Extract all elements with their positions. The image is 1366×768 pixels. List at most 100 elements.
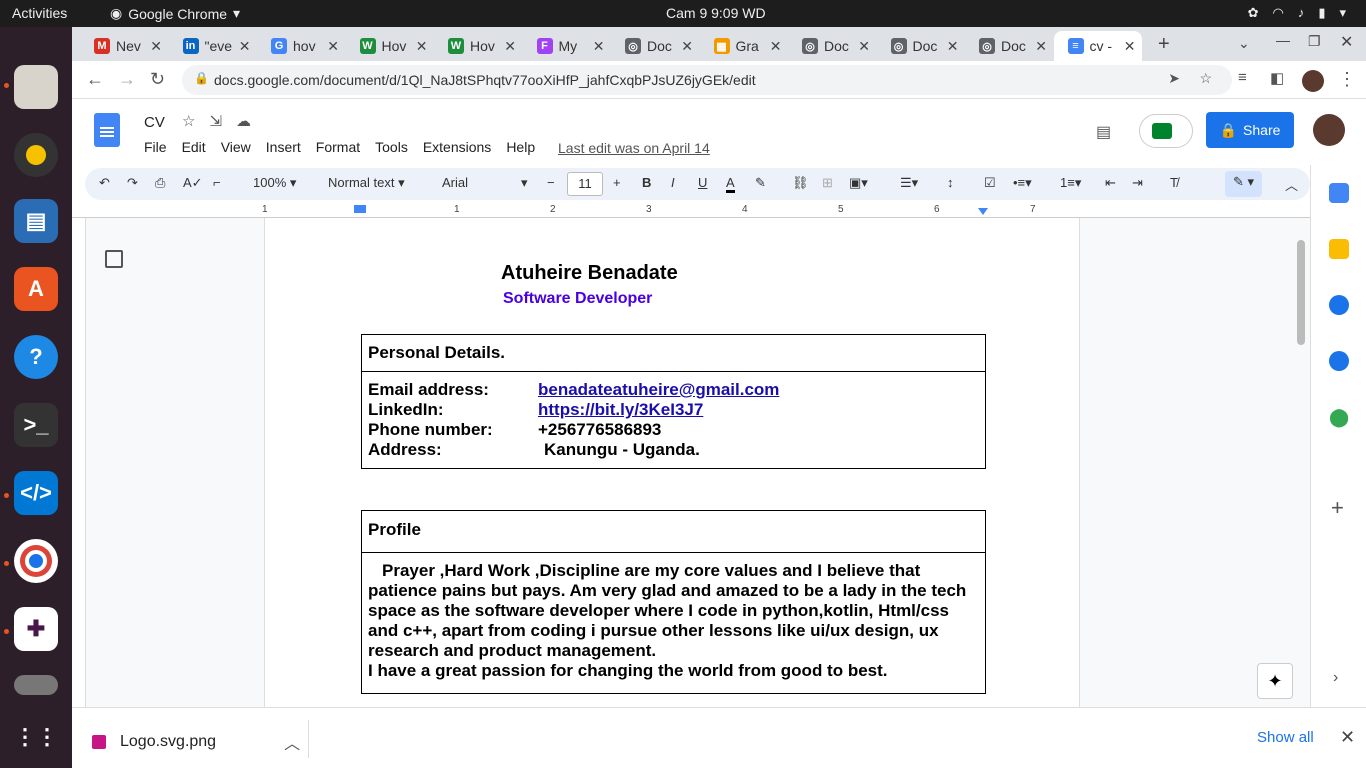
move-icon[interactable]: ⇲ — [209, 112, 222, 130]
slack-icon[interactable]: ✚ — [14, 607, 58, 651]
decrease-indent-icon[interactable]: ⇤ — [1105, 175, 1116, 191]
tasks-icon[interactable] — [1329, 295, 1349, 315]
insert-image-icon[interactable]: ▣▾ — [849, 175, 868, 191]
explore-button[interactable]: ✦ — [1257, 663, 1293, 699]
close-tab-icon[interactable]: ✕ — [327, 38, 339, 55]
left-indent-marker[interactable] — [354, 205, 366, 213]
close-tab-icon[interactable]: ✕ — [1124, 38, 1136, 55]
chevron-down-icon[interactable]: ▾ — [521, 175, 528, 191]
help-icon[interactable]: ? — [14, 335, 58, 379]
paint-format-icon[interactable]: ⌐ — [213, 175, 221, 190]
address-bar[interactable]: 🔒 docs.google.com/document/d/1Ql_NaJ8tSP… — [182, 65, 1232, 95]
underline-icon[interactable]: U — [698, 175, 707, 190]
cloud-status-icon[interactable]: ☁ — [236, 112, 251, 130]
horizontal-ruler[interactable]: 1 1 2 3 4 5 6 7 — [72, 202, 1310, 218]
document-outline-icon[interactable] — [105, 250, 123, 268]
menu-item-extensions[interactable]: Extensions — [423, 139, 491, 155]
vscode-icon[interactable]: </> — [14, 471, 58, 515]
bulleted-list-icon[interactable]: •≡▾ — [1013, 175, 1032, 191]
font-size-input[interactable]: 11 — [567, 172, 603, 196]
bold-icon[interactable]: B — [642, 175, 651, 190]
browser-tab[interactable]: ≡ cv - ✕ — [1053, 31, 1142, 61]
new-tab-button[interactable]: + — [1158, 33, 1170, 56]
zoom-select[interactable]: 100% ▾ — [253, 175, 296, 191]
menu-item-file[interactable]: File — [144, 139, 167, 155]
calendar-icon[interactable] — [1329, 183, 1349, 203]
browser-tab[interactable]: W Hov ✕ — [434, 31, 522, 61]
add-comment-icon[interactable]: ⊞ — [822, 175, 833, 191]
close-icon[interactable]: ✕ — [1340, 727, 1355, 748]
style-select[interactable]: Normal text ▾ — [328, 175, 405, 191]
clear-formatting-icon[interactable]: T̸ — [1170, 175, 1178, 190]
show-apps-icon[interactable]: ⋮⋮ — [14, 715, 58, 759]
account-avatar[interactable] — [1313, 114, 1345, 146]
browser-tab[interactable]: ◎ Doc ✕ — [788, 31, 876, 61]
browser-tab[interactable]: F My ✕ — [523, 31, 611, 61]
clock[interactable]: Cam 9 9:09 WD — [666, 5, 766, 21]
close-tab-icon[interactable]: ✕ — [1035, 38, 1047, 55]
browser-tab[interactable]: M Nev ✕ — [80, 31, 168, 61]
browser-tab[interactable]: in "eve ✕ — [169, 31, 257, 61]
numbered-list-icon[interactable]: 1≡▾ — [1060, 175, 1081, 191]
back-button[interactable]: ← — [86, 69, 104, 90]
profile-avatar[interactable] — [1302, 70, 1324, 92]
activities-button[interactable]: Activities — [12, 5, 67, 21]
send-icon[interactable]: ➤ — [1168, 70, 1180, 87]
files-icon[interactable] — [14, 65, 58, 109]
close-tab-icon[interactable]: ✕ — [858, 38, 870, 55]
italic-icon[interactable]: I — [671, 175, 675, 190]
forward-button[interactable]: → — [118, 69, 136, 90]
close-tab-icon[interactable]: ✕ — [239, 38, 251, 55]
star-icon[interactable]: ☆ — [182, 112, 195, 130]
share-button[interactable]: 🔒 Share — [1206, 112, 1294, 148]
show-all-button[interactable]: Show all — [1257, 729, 1314, 746]
increase-font-size-button[interactable]: + — [613, 175, 621, 190]
rhythmbox-icon[interactable] — [14, 133, 58, 177]
text-color-icon[interactable]: A — [726, 175, 735, 193]
close-tab-icon[interactable]: ✕ — [681, 38, 693, 55]
link-icon[interactable]: ⛓ — [792, 175, 809, 191]
last-edit-link[interactable]: Last edit was on April 14 — [558, 140, 710, 156]
media-icon[interactable]: ≡ — [1238, 69, 1247, 86]
collapse-menus-icon[interactable]: ︿ — [1285, 175, 1298, 194]
editing-mode-button[interactable]: ✎ ▾ — [1225, 171, 1263, 197]
browser-tab[interactable]: W Hov ✕ — [346, 31, 434, 61]
download-item[interactable]: Logo.svg.png ︿ — [92, 730, 300, 754]
menu-item-help[interactable]: Help — [506, 139, 535, 155]
linkedin-link[interactable]: https://bit.ly/3KeI3J7 — [538, 400, 703, 420]
comment-icon[interactable]: ▤ — [1096, 122, 1111, 142]
side-panel-icon[interactable]: ◧ — [1270, 69, 1284, 87]
system-tray[interactable]: ✿ ◠ ♪ ▮ ▾ — [1248, 5, 1346, 21]
browser-tab[interactable]: ◎ Doc ✕ — [877, 31, 965, 61]
right-indent-marker[interactable] — [978, 208, 988, 215]
decrease-font-size-button[interactable]: − — [547, 175, 555, 190]
document-page[interactable]: Atuheire Benadate Software Developer Per… — [264, 218, 1080, 707]
browser-tab[interactable]: ◎ Doc ✕ — [611, 31, 699, 61]
browser-tab[interactable]: Ghov ✕ — [257, 31, 345, 61]
maximize-button[interactable]: ❐ — [1308, 33, 1321, 50]
checklist-icon[interactable]: ☑ — [984, 175, 996, 191]
print-icon[interactable]: ⎙ — [155, 175, 165, 191]
document-title[interactable]: CV — [144, 114, 165, 131]
reload-button[interactable]: ↻ — [150, 69, 165, 90]
undo-icon[interactable]: ↶ — [99, 175, 110, 191]
email-link[interactable]: benadateatuheire@gmail.com — [538, 380, 779, 400]
close-tab-icon[interactable]: ✕ — [593, 38, 605, 55]
menu-item-format[interactable]: Format — [316, 139, 360, 155]
font-select[interactable]: Arial — [442, 175, 468, 190]
close-tab-icon[interactable]: ✕ — [947, 38, 959, 55]
line-spacing-icon[interactable]: ↕ — [947, 175, 954, 190]
menu-item-view[interactable]: View — [221, 139, 251, 155]
close-tab-icon[interactable]: ✕ — [504, 38, 516, 55]
redo-icon[interactable]: ↷ — [127, 175, 138, 191]
browser-tab[interactable]: ▦ Gra ✕ — [700, 31, 788, 61]
menu-item-edit[interactable]: Edit — [182, 139, 206, 155]
close-tab-icon[interactable]: ✕ — [770, 38, 782, 55]
tab-search-button[interactable]: ⌄ — [1238, 35, 1250, 52]
app-menu[interactable]: ◉ Google Chrome ▾ — [110, 5, 240, 22]
terminal-icon[interactable]: >_ — [14, 403, 58, 447]
chrome-icon[interactable] — [14, 539, 58, 583]
scrollbar[interactable] — [1297, 240, 1305, 345]
storage-icon[interactable] — [14, 675, 58, 695]
software-center-icon[interactable]: A — [14, 267, 58, 311]
